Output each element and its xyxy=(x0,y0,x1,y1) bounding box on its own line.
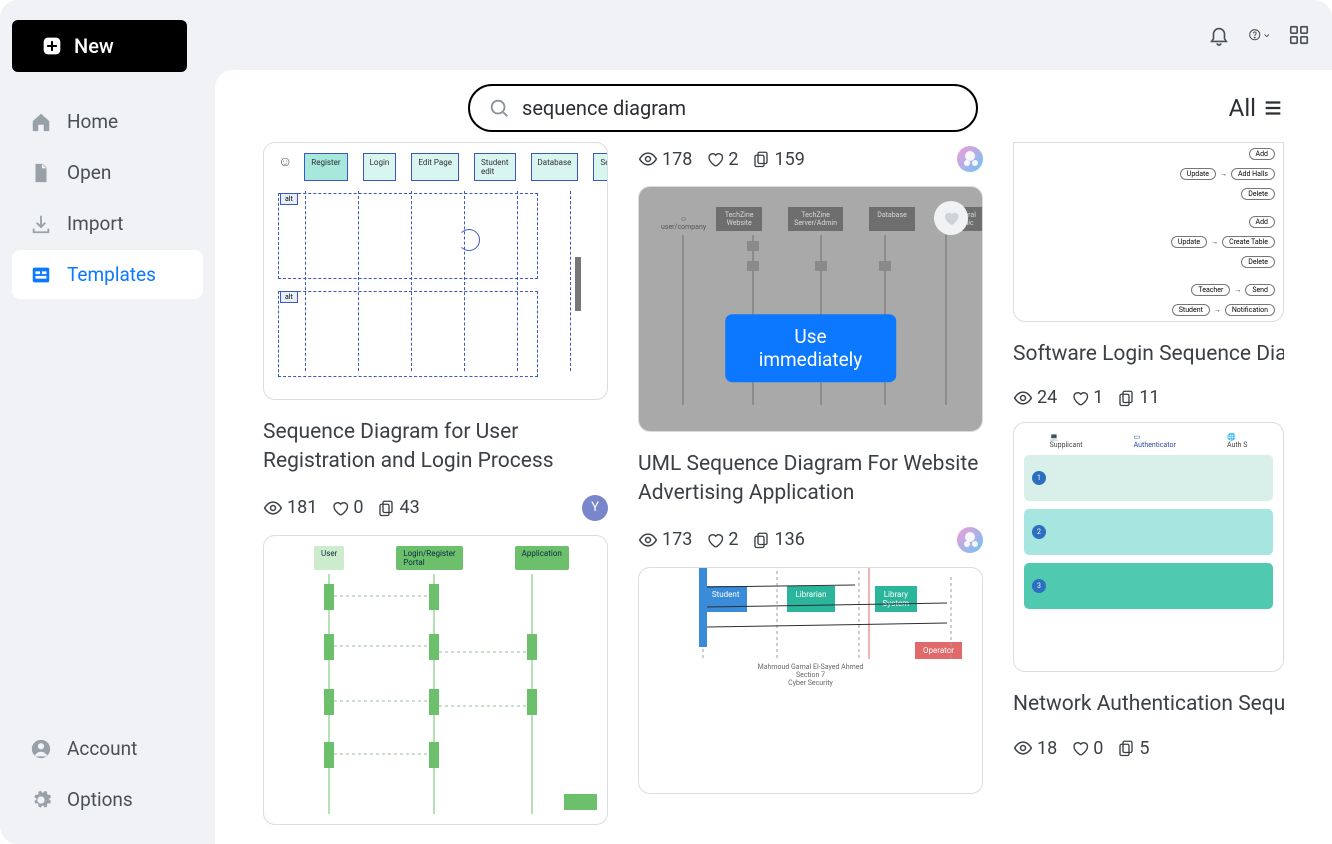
template-thumbnail[interactable]: ☺ RegisterLoginEdit PageStudenteditDatab… xyxy=(263,142,608,400)
import-icon xyxy=(30,213,52,235)
template-stats: 18 0 5 xyxy=(1013,738,1284,759)
sidebar-item-label: Import xyxy=(67,212,123,235)
heart-icon[interactable] xyxy=(934,201,968,235)
sidebar: New Home Open Import Templates A xyxy=(0,0,215,844)
main: All ☺ RegisterLoginEdit PageStudenteditD… xyxy=(215,70,1332,844)
template-thumbnail[interactable]: Student Librarian LibrarySystem Operator… xyxy=(638,567,983,794)
account-icon xyxy=(30,738,52,760)
template-stats: 178 2 159 xyxy=(638,146,983,172)
search-icon xyxy=(488,97,510,119)
home-icon xyxy=(30,111,52,133)
filter-label: All xyxy=(1229,94,1256,122)
sidebar-item-label: Options xyxy=(67,788,133,811)
sidebar-item-home[interactable]: Home xyxy=(12,97,203,146)
template-title: Software Login Sequence Diagram xyxy=(1013,340,1284,369)
template-thumbnail[interactable]: Add Update → Add Halls Delete Add Update… xyxy=(1013,142,1284,322)
new-button[interactable]: New xyxy=(12,20,187,72)
bell-icon[interactable] xyxy=(1208,24,1230,46)
template-thumbnail[interactable]: 💻Supplicant▭Authenticator🌐Auth S 1 2 3 xyxy=(1013,422,1284,672)
sidebar-item-label: Open xyxy=(67,161,111,184)
new-button-label: New xyxy=(74,34,114,58)
search-input[interactable] xyxy=(522,96,958,120)
sidebar-item-label: Account xyxy=(67,737,137,760)
gear-icon xyxy=(30,789,52,811)
search-box[interactable] xyxy=(468,84,978,132)
sidebar-item-account[interactable]: Account xyxy=(12,724,203,773)
template-title: UML Sequence Diagram For Website Adverti… xyxy=(638,450,983,509)
sidebar-item-options[interactable]: Options xyxy=(12,775,203,824)
sidebar-item-import[interactable]: Import xyxy=(12,199,203,248)
template-title: Network Authentication Sequence Diagram xyxy=(1013,690,1284,719)
use-immediately-button[interactable]: Use immediately xyxy=(725,314,897,382)
avatar[interactable] xyxy=(957,146,983,172)
template-thumbnail-hover[interactable]: ☺user/company TechZineWebsiteTechZineSer… xyxy=(638,186,983,432)
sidebar-item-templates[interactable]: Templates xyxy=(12,250,203,299)
template-stats: 24 1 11 xyxy=(1013,387,1284,408)
file-icon xyxy=(30,162,52,184)
topbar xyxy=(215,0,1332,70)
sidebar-item-label: Templates xyxy=(67,263,156,286)
apps-icon[interactable] xyxy=(1288,24,1310,46)
avatar[interactable]: Y xyxy=(582,495,608,521)
sidebar-item-label: Home xyxy=(67,110,118,133)
template-title: Sequence Diagram for User Registration a… xyxy=(263,418,608,477)
templates-icon xyxy=(30,264,52,286)
template-thumbnail[interactable]: User Login/RegisterPortal Application xyxy=(263,535,608,825)
filter-all[interactable]: All xyxy=(1229,94,1284,122)
avatar[interactable] xyxy=(957,527,983,553)
template-stats: 181 0 43 Y xyxy=(263,495,608,521)
sidebar-item-open[interactable]: Open xyxy=(12,148,203,197)
help-icon[interactable] xyxy=(1248,24,1270,46)
template-stats: 173 2 136 xyxy=(638,527,983,553)
